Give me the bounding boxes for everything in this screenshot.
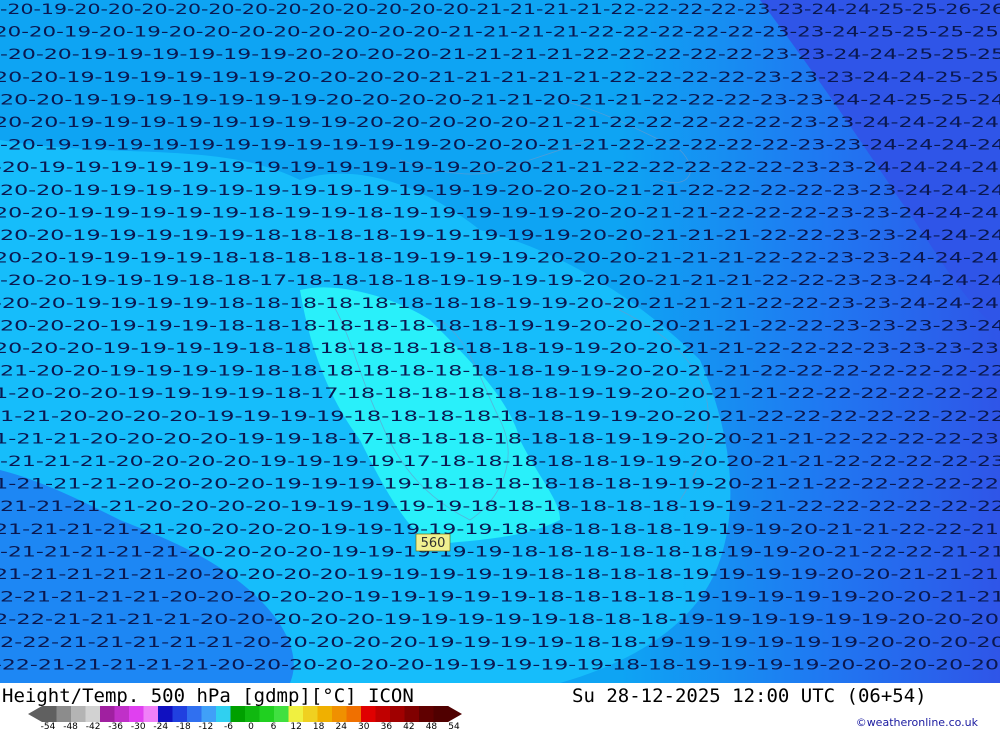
temperature-label-row: 21-20-20-19-19-19-19-18-18-18-18-18-18-1…: [0, 364, 1000, 380]
legend-tick-label: 12: [290, 722, 302, 732]
svg-text:560: 560: [421, 536, 446, 551]
temperature-label-row: 21-21-21-21-21-20-20-20-20-20-19-19-19-1…: [0, 567, 999, 583]
legend-swatch: [245, 706, 260, 722]
temperature-field: -20-19-20-20-20-20-20-20-20-20-20-20-20-…: [0, 0, 1000, 683]
temperature-label-row: 20-20-19-19-19-19-19-18-19-19-18-19-19-1…: [0, 205, 999, 221]
temperature-label-row: 2-22-21-21-21-21-20-20-20-20-20-19-19-19…: [0, 612, 999, 628]
legend-swatch: [172, 706, 188, 722]
legend-tick-label: 48: [425, 722, 438, 732]
legend-tick-label: -36: [108, 722, 124, 732]
legend-swatch: [85, 706, 101, 722]
temperature-label-row: 20-20-20-19-19-19-19-18-18-18-18-18-18-1…: [0, 341, 999, 357]
temperature-label-row: 1-21-21-20-20-20-20-19-19-18-17-18-18-18…: [0, 431, 999, 447]
valid-time: Su 28-12-2025 12:00 UTC (06+54): [572, 685, 927, 707]
legend-tick-label: -30: [130, 722, 146, 732]
legend-arrow-left: [28, 706, 42, 722]
temperature-label-row: 20-20-19-19-19-19-19-19-19-20-20-20-20-2…: [0, 92, 1000, 108]
legend-arrow-right: [448, 706, 462, 722]
legend-swatch: [259, 706, 275, 722]
temperature-label-row: 2-22-21-21-21-21-21-20-20-20-20-20-19-19…: [0, 635, 1000, 651]
legend-swatch: [216, 706, 231, 722]
legend-swatch: [361, 706, 376, 722]
legend-swatch: [114, 706, 130, 722]
temperature-label-row: 20-20-19-19-19-19-19-19-19-19-20-20-20-2…: [0, 115, 999, 131]
temperature-label-row: -20-20-19-19-19-18-18-17-18-18-18-18-19-…: [0, 273, 1000, 289]
legend-swatch: [303, 706, 318, 722]
legend-tick-label: -18: [175, 722, 191, 732]
temperature-label-row: 20-20-19-19-19-19-19-19-19-19-19-19-19-1…: [0, 183, 1000, 199]
weather-map: -20-19-20-20-20-20-20-20-20-20-20-20-20-…: [0, 0, 1000, 683]
legend-swatch: [187, 706, 202, 722]
legend-swatch: [100, 706, 115, 722]
legend-tick-label: -6: [223, 722, 233, 732]
temperature-label-row: 2-21-21-21-21-20-20-20-20-20-19-19-19-19…: [0, 590, 1000, 606]
legend-tick-label: 42: [403, 722, 415, 732]
temperature-label-row: 20-20-19-19-19-19-19-19-20-20-20-20-21-2…: [0, 70, 999, 86]
legend-tick-label: 24: [335, 722, 347, 732]
legend-swatch: [201, 706, 217, 722]
temperature-label-row: 20-20-19-20-19-20-20-20-20-20-20-20-20-2…: [0, 25, 999, 41]
legend-swatch: [375, 706, 391, 722]
color-legend-ticks: -54 -48 -42 -36 -30 -24 -18 -12 -6 0 6 12 18 24 30 36 42…: [0, 722, 480, 734]
legend-swatch: [404, 706, 420, 722]
legend-tick-label: -42: [85, 722, 101, 732]
legend-swatch: [317, 706, 333, 722]
height-contour-label: 560: [415, 533, 451, 552]
legend-swatch: [143, 706, 159, 722]
temperature-label-row: -21-21-21-21-21-20-20-20-20-19-19-19-19-…: [0, 544, 1000, 560]
legend-swatch: [332, 706, 347, 722]
temperature-label-row: -21-21-21-20-20-20-20-19-19-19-19-17-18-…: [0, 454, 1000, 470]
legend-tick-label: 6: [270, 722, 277, 732]
legend-swatch: [71, 706, 86, 722]
legend-swatch: [129, 706, 144, 722]
legend-tick-label: -12: [198, 722, 214, 732]
temperature-label-row: 20-20-19-19-19-19-19-18-18-18-18-19-19-1…: [0, 228, 1000, 244]
temperature-label-row: 21-21-21-21-20-20-20-20-19-19-19-19-19-1…: [0, 499, 1000, 515]
legend-tick-label: 54: [448, 722, 460, 732]
color-legend-bar: [28, 706, 462, 722]
temperature-label-row: 20-20-19-19-19-19-18-18-18-18-18-19-19-1…: [0, 251, 999, 267]
legend-swatch: [433, 706, 449, 722]
temperature-label-row: -20-20-19-19-19-19-18-18-18-18-18-18-18-…: [0, 296, 999, 312]
legend-swatch: [288, 706, 304, 722]
legend-tick-label: -48: [63, 722, 78, 732]
legend-swatch: [42, 706, 57, 722]
legend-tick-label: 0: [248, 722, 254, 732]
temperature-label-row: 20-20-20-19-19-19-18-18-18-18-18-18-18-1…: [0, 318, 1000, 334]
legend-swatch: [230, 706, 246, 722]
legend-tick-label: -54: [40, 722, 56, 732]
legend-swatch: [158, 706, 173, 722]
temperature-label-row: -20-19-20-20-20-20-20-20-20-20-20-20-20-…: [0, 2, 1000, 18]
temperature-label-row: -22-21-21-21-21-21-20-20-20-20-20-20-19-…: [0, 657, 999, 673]
map-footer: Height/Temp. 500 hPa [gdmp][°C] ICON Su …: [0, 683, 1000, 733]
temperature-label-row: 1-20-20-20-19-19-19-19-18-17-18-18-18-18…: [0, 386, 999, 402]
credit-link[interactable]: ©weatheronline.co.uk: [856, 716, 978, 729]
temperature-label-row: -20-19-19-19-19-19-19-19-19-19-19-19-20-…: [0, 138, 1000, 154]
temperature-label-row: 1-21-20-20-20-20-19-19-19-19-18-18-18-18…: [0, 409, 1000, 425]
legend-swatch: [419, 706, 434, 722]
legend-tick-label: -24: [153, 722, 169, 732]
legend-tick-label: 30: [358, 722, 370, 732]
legend-tick-label: 18: [312, 722, 325, 732]
legend-swatch: [56, 706, 72, 722]
legend-swatch: [390, 706, 405, 722]
temperature-label-row: -20-20-19-19-19-19-19-19-20-20-20-20-21-…: [0, 47, 1000, 63]
temperature-label-row: -20-19-19-19-19-19-19-19-19-19-19-19-19-…: [0, 160, 999, 176]
temperature-label-row: 1-21-21-21-20-20-20-20-19-19-19-19-18-18…: [0, 477, 999, 493]
map-title: Height/Temp. 500 hPa [gdmp][°C] ICON: [2, 685, 414, 707]
temperature-label-row: 21-21-21-21-21-20-20-20-20-19-19-19-19-1…: [0, 522, 999, 538]
legend-swatch: [274, 706, 289, 722]
legend-tick-label: 36: [380, 722, 393, 732]
legend-swatch: [346, 706, 362, 722]
